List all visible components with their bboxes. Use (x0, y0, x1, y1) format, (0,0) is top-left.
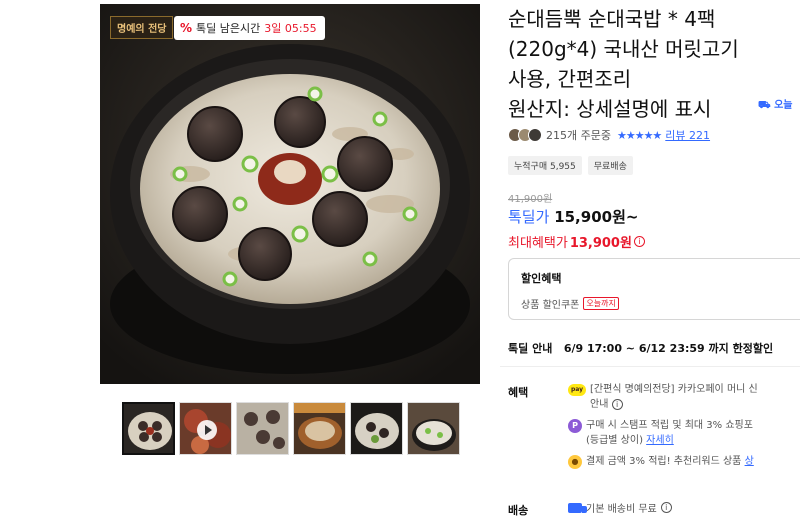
rating-row: 215개 주문중 ★★★★★ 리뷰 221 (508, 127, 710, 143)
original-price: 41,900원 (508, 194, 553, 205)
coupon-row[interactable]: 상품 할인쿠폰 오늘까지 (521, 296, 800, 311)
discount-benefit-box: 할인혜택 상품 할인쿠폰 오늘까지 (508, 258, 800, 320)
max-benefit-price: 최대혜택가 13,900원 i (508, 232, 645, 251)
coupon-label: 상품 할인쿠폰 (521, 300, 580, 311)
brand-logo: 명예의 전당 (110, 16, 174, 39)
deal-badge-label: 톡딜 남은시간 (196, 22, 261, 35)
deal-price: 톡딜가 15,900원~ (508, 206, 638, 227)
product-tags: 누적구매 5,955 무료배송 (508, 156, 633, 175)
thumbnail-3[interactable] (236, 402, 289, 455)
info-icon[interactable]: i (660, 502, 672, 513)
main-product-image[interactable]: 명예의 전당 % 톡딜 남은시간 3일 05:55 (100, 4, 480, 384)
thumbnail-strip (122, 402, 460, 455)
free-shipping-tag: 무료배송 (587, 156, 633, 175)
deal-info-row: 톡딜 안내 6/9 17:00 ~ 6/12 23:59 까지 한정할인 (508, 340, 773, 356)
benefit-item-point: P 구매 시 스탬프 적립 및 최대 3% 쇼핑포 (등급별 상이) 자세히 (568, 418, 800, 448)
divider (500, 366, 800, 367)
today-delivery-badge: ⛟ 오늘 (758, 96, 792, 113)
thumbnail-4[interactable] (293, 402, 346, 455)
shipping-row: 기본 배송비 무료 i (568, 500, 672, 515)
thumbnail-5[interactable] (350, 402, 403, 455)
gukbap-photo (100, 4, 480, 384)
coin-icon: ● (568, 455, 582, 469)
benefits-list: pay [간편식 명예의전당] 카카오페이 머니 신 안내 i P 구매 시 스… (568, 382, 800, 475)
product-title-line-1: 순대듬뿍 순대국밥 * 4팩 (508, 7, 716, 31)
percent-icon: % (180, 21, 193, 35)
point-icon: P (568, 419, 582, 433)
coupon-deadline-tag: 오늘까지 (583, 297, 619, 310)
shipping-label: 배송 (508, 504, 529, 517)
deal-countdown-badge: % 톡딜 남은시간 3일 05:55 (174, 16, 325, 40)
benefits-label: 혜택 (508, 386, 529, 399)
benefit-text: [간편식 명예의전당] 카카오페이 머니 신 (590, 384, 758, 395)
rating-stars-icon: ★★★★★ (616, 128, 662, 142)
product-title-line-2: (220g*4) 국내산 머릿고기 (508, 37, 739, 61)
buyer-avatars (508, 128, 542, 142)
deal-remaining-time: 3일 05:55 (264, 22, 317, 35)
benefit-subtext: (등급별 상이) 자세히 (586, 435, 674, 446)
reward-link[interactable]: 상 (745, 456, 754, 467)
cumulative-purchase-tag: 누적구매 5,955 (508, 156, 582, 175)
order-count: 215개 주문중 (546, 129, 611, 142)
benefit-text: 구매 시 스탬프 적립 및 최대 3% 쇼핑포 (586, 420, 753, 431)
benefit-text: 결제 금액 3% 적립! 추천리워드 상품 (586, 456, 742, 467)
deal-price-amount: 15,900원~ (554, 208, 639, 226)
max-benefit-label: 최대혜택가 (508, 236, 568, 251)
info-icon[interactable]: i (611, 399, 623, 410)
thumbnail-2-video[interactable] (179, 402, 232, 455)
today-badge-label: 오늘 (774, 100, 793, 111)
product-title-line-3: 사용, 간편조리 (508, 67, 632, 91)
thumbnail-1[interactable] (122, 402, 175, 455)
deal-price-label: 톡딜가 (508, 208, 550, 226)
discount-box-title: 할인혜택 (521, 272, 562, 285)
info-icon[interactable]: i (633, 236, 645, 247)
truck-icon (568, 502, 587, 513)
deal-info-label: 톡딜 안내 (508, 342, 553, 355)
truck-icon: ⛟ (758, 100, 771, 111)
product-title: 순대듬뿍 순대국밥 * 4팩 (220g*4) 국내산 머릿고기 사용, 간편조… (508, 4, 800, 124)
shipping-text: 기본 배송비 무료 (586, 504, 657, 515)
deal-info-period: 6/9 17:00 ~ 6/12 23:59 까지 한정할인 (563, 342, 774, 355)
review-link[interactable]: 리뷰 221 (665, 127, 710, 143)
kakaopay-icon: pay (568, 384, 586, 396)
benefit-item-reward: ● 결제 금액 3% 적립! 추천리워드 상품 상 (568, 454, 800, 469)
benefit-subtext: 안내 i (590, 397, 758, 412)
max-benefit-amount: 13,900원 (569, 236, 632, 251)
play-icon (197, 420, 217, 440)
details-link[interactable]: 자세히 (646, 435, 674, 446)
benefit-item-kakaopay: pay [간편식 명예의전당] 카카오페이 머니 신 안내 i (568, 382, 800, 412)
product-title-line-4: 원산지: 상세설명에 표시 (508, 97, 712, 121)
thumbnail-6[interactable] (407, 402, 460, 455)
